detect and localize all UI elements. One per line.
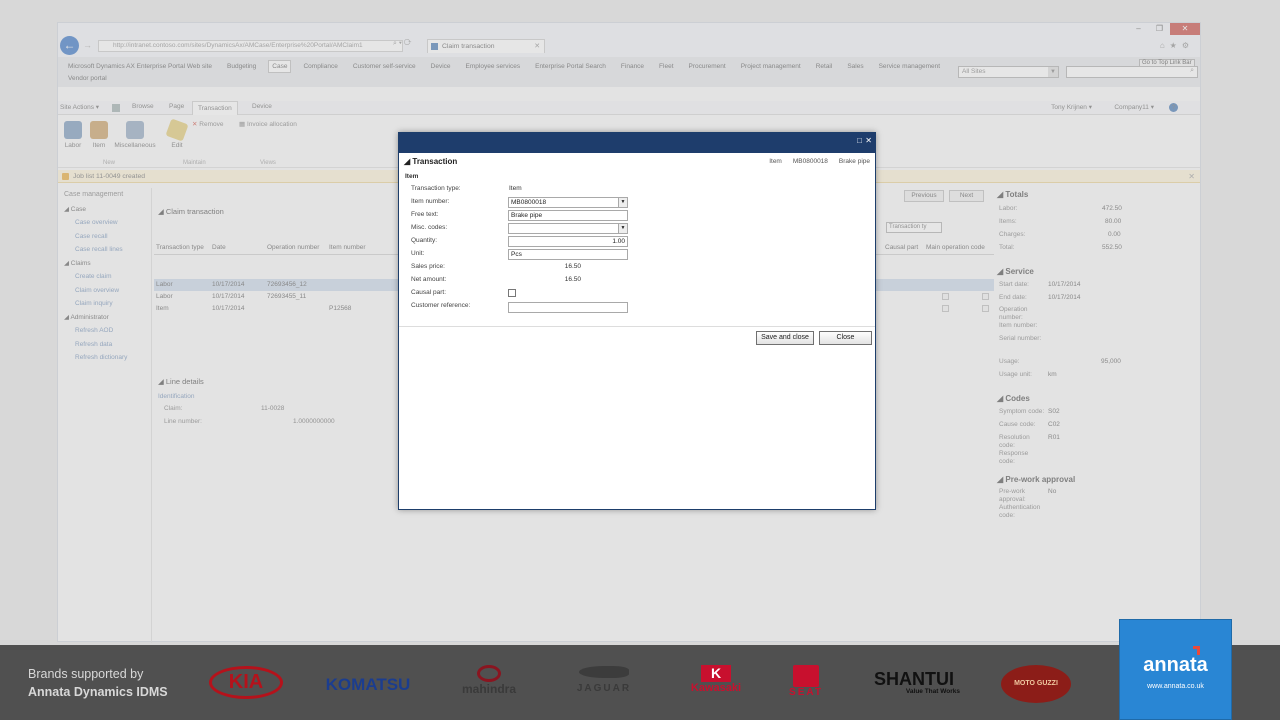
- customer-reference-label: Customer reference:: [411, 302, 471, 309]
- customer-reference-field[interactable]: [508, 302, 628, 313]
- transaction-type-label: Transaction type:: [411, 185, 461, 192]
- jaguar-logo: JAGUAR: [566, 666, 642, 702]
- causal-part-checkbox[interactable]: [508, 289, 516, 297]
- chevron-down-icon[interactable]: ▼: [618, 198, 627, 207]
- moto-guzzi-logo: MOTO GUZZI: [1001, 665, 1071, 703]
- unit-label: Unit:: [411, 250, 425, 257]
- free-text-field[interactable]: Brake pipe: [508, 210, 628, 221]
- chevron-down-icon[interactable]: ▼: [618, 224, 627, 233]
- kawasaki-logo: K Kawasaki: [685, 665, 747, 701]
- shantui-wordmark: SHANTUI: [874, 669, 954, 689]
- breadcrumb-item: Item: [769, 158, 782, 165]
- mahindra-wordmark: mahindra: [461, 682, 516, 696]
- item-number-label: Item number:: [411, 198, 450, 205]
- seat-logo: SEAT: [780, 665, 832, 703]
- dialog-title[interactable]: ◢ Transaction: [404, 157, 457, 166]
- mahindra-emblem-icon: [477, 665, 501, 682]
- unit-field[interactable]: Pcs: [508, 249, 628, 260]
- misc-codes-label: Misc. codes:: [411, 224, 448, 231]
- quantity-label: Quantity:: [411, 237, 438, 244]
- dialog-breadcrumb: Item MB0800018 Brake pipe: [758, 158, 870, 165]
- free-text-label: Free text:: [411, 211, 439, 218]
- net-amount-label: Net amount:: [411, 276, 447, 283]
- annata-url: www.annata.co.uk: [1147, 683, 1204, 690]
- save-and-close-button[interactable]: Save and close: [756, 331, 814, 345]
- sales-price-value: 16.50: [564, 263, 581, 270]
- net-amount-value: 16.50: [564, 276, 581, 283]
- transaction-dialog: □ ✕ ◢ Transaction Item MB0800018 Brake pip…: [398, 132, 876, 510]
- item-number-field[interactable]: MB0800018 ▼: [508, 197, 628, 208]
- misc-codes-field[interactable]: ▼: [508, 223, 628, 234]
- annata-logo-box: annata www.annata.co.uk: [1119, 619, 1232, 720]
- annata-wordmark: annata: [1143, 654, 1208, 676]
- sales-price-label: Sales price:: [411, 263, 445, 270]
- transaction-type-value: Item: [509, 185, 522, 192]
- dialog-close-icon[interactable]: ✕: [865, 136, 872, 145]
- brands-line-1: Brands supported by: [28, 667, 144, 681]
- item-group-label: Item: [405, 173, 419, 180]
- breadcrumb-item: MB0800018: [792, 158, 828, 165]
- close-button[interactable]: Close: [819, 331, 872, 345]
- dialog-separator: [399, 326, 875, 327]
- jaguar-wordmark: JAGUAR: [576, 683, 632, 694]
- brands-footer: Brands supported by Annata Dynamics IDMS…: [0, 619, 1280, 720]
- dialog-titlebar: □ ✕: [399, 133, 875, 153]
- item-number-value: MB0800018: [511, 199, 547, 206]
- jaguar-leaper-icon: [579, 666, 629, 678]
- brands-line-2: Annata Dynamics IDMS: [28, 685, 168, 699]
- dialog-maximize-icon[interactable]: □: [857, 136, 862, 145]
- mahindra-logo: mahindra: [450, 665, 528, 705]
- komatsu-logo: KOMATSU: [325, 675, 411, 694]
- quantity-field[interactable]: 1.00: [508, 236, 628, 247]
- shantui-logo: SHANTUI Value That Works: [866, 670, 962, 698]
- brands-caption: Brands supported by Annata Dynamics IDMS: [28, 665, 168, 701]
- dialog-header: ◢ Transaction Item MB0800018 Brake pipe: [404, 157, 870, 169]
- kia-logo: KIA: [209, 666, 283, 699]
- seat-s-icon: [793, 665, 819, 687]
- breadcrumb-item: Brake pipe: [838, 158, 870, 165]
- shantui-tagline: Value That Works: [905, 688, 960, 695]
- kawasaki-wordmark: Kawasaki: [690, 682, 742, 694]
- seat-wordmark: SEAT: [789, 687, 823, 698]
- causal-part-label: Causal part:: [411, 289, 447, 296]
- kawasaki-k-icon: K: [701, 665, 731, 682]
